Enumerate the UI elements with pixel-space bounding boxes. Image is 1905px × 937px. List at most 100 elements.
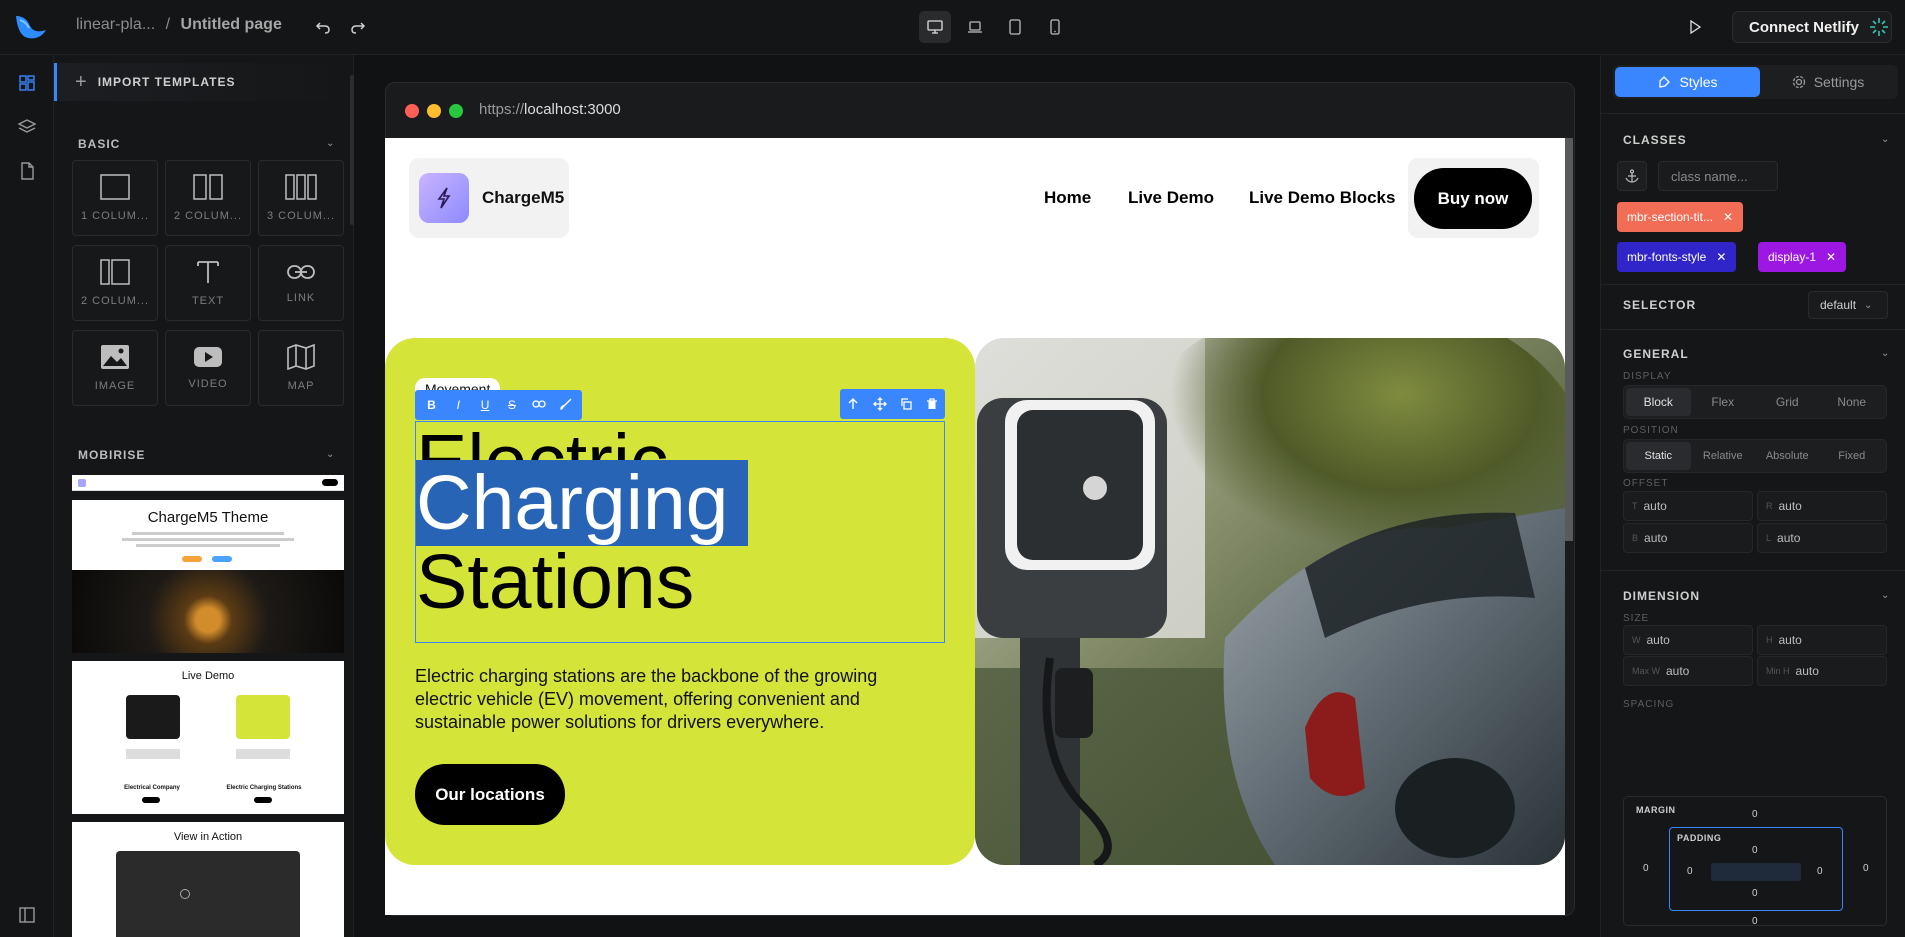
template-thumb-live-demo[interactable]: Live Demo Electrical Company Electric Ch… bbox=[72, 661, 344, 814]
tablet-view-icon[interactable] bbox=[999, 11, 1031, 43]
project-name[interactable]: linear-pla... bbox=[76, 16, 155, 33]
app-logo-icon[interactable] bbox=[12, 10, 50, 44]
import-templates-button[interactable]: + IMPORT TEMPLATES bbox=[54, 63, 352, 101]
move-icon[interactable] bbox=[872, 397, 887, 411]
block-tile-image[interactable]: IMAGE bbox=[72, 330, 158, 406]
template-thumb-header[interactable] bbox=[72, 475, 344, 491]
trash-icon[interactable] bbox=[926, 398, 938, 410]
block-tile-map[interactable]: MAP bbox=[258, 330, 344, 406]
position-static-option[interactable]: Static bbox=[1626, 442, 1691, 470]
offset-top-field[interactable]: Tauto bbox=[1623, 491, 1753, 521]
template-thumb-view-in-action[interactable]: View in Action bbox=[72, 822, 344, 937]
preview-play-icon[interactable] bbox=[1681, 14, 1709, 40]
hero-description[interactable]: Electric charging stations are the backb… bbox=[415, 665, 935, 734]
desktop-view-icon[interactable] bbox=[919, 11, 951, 43]
chevron-down-icon[interactable]: ⌄ bbox=[326, 449, 334, 460]
selected-text[interactable]: Charging bbox=[416, 460, 749, 546]
nav-link-live-demo-blocks[interactable]: Live Demo Blocks bbox=[1249, 188, 1395, 208]
redo-icon[interactable] bbox=[344, 14, 372, 40]
italic-button[interactable]: I bbox=[448, 398, 468, 412]
classes-title[interactable]: CLASSES bbox=[1623, 133, 1687, 147]
strikethrough-button[interactable]: S bbox=[502, 398, 522, 412]
undo-icon[interactable] bbox=[309, 14, 337, 40]
window-minimize-dot bbox=[427, 104, 441, 118]
general-title[interactable]: GENERAL bbox=[1623, 347, 1689, 361]
padding-right-value[interactable]: 0 bbox=[1817, 866, 1823, 877]
hero-heading-line-3[interactable]: Stations bbox=[416, 543, 694, 621]
arrow-up-icon[interactable] bbox=[847, 398, 859, 410]
template-caption: Electric Charging Stations bbox=[226, 785, 302, 791]
offset-left-field[interactable]: Lauto bbox=[1757, 523, 1887, 553]
tab-styles[interactable]: Styles bbox=[1615, 67, 1760, 97]
margin-left-value[interactable]: 0 bbox=[1643, 863, 1649, 874]
hero-heading-line-2[interactable]: Charging bbox=[416, 460, 749, 546]
ev-charger-photo[interactable] bbox=[975, 338, 1565, 865]
block-tile-1-column[interactable]: 1 COLUM... bbox=[72, 160, 158, 236]
display-grid-option[interactable]: Grid bbox=[1755, 388, 1820, 416]
close-icon[interactable]: ✕ bbox=[1716, 250, 1726, 264]
anchor-button[interactable] bbox=[1617, 161, 1647, 191]
chevron-down-icon[interactable]: ⌄ bbox=[1881, 348, 1889, 359]
collapse-panel-icon[interactable] bbox=[17, 905, 37, 925]
height-field[interactable]: Hauto bbox=[1757, 625, 1887, 655]
panel-scrollbar[interactable] bbox=[350, 75, 354, 225]
block-tile-2-columns[interactable]: 2 COLUM... bbox=[165, 160, 251, 236]
offset-bottom-field[interactable]: Bauto bbox=[1623, 523, 1753, 553]
block-tile-text[interactable]: TEXT bbox=[165, 245, 251, 321]
copy-icon[interactable] bbox=[900, 398, 913, 410]
display-block-option[interactable]: Block bbox=[1626, 388, 1691, 416]
selector-dropdown[interactable]: default ⌄ bbox=[1808, 291, 1888, 319]
margin-right-value[interactable]: 0 bbox=[1863, 863, 1869, 874]
site-brand[interactable]: ChargeM5 bbox=[409, 158, 569, 238]
mobirise-section-title[interactable]: MOBIRISE bbox=[78, 448, 145, 462]
block-tile-link[interactable]: LINK bbox=[258, 245, 344, 321]
class-chip-fonts-style[interactable]: mbr-fonts-style ✕ bbox=[1617, 242, 1737, 272]
block-tile-video[interactable]: VIDEO bbox=[165, 330, 251, 406]
max-width-field[interactable]: Max W auto bbox=[1623, 656, 1753, 686]
page-name[interactable]: Untitled page bbox=[181, 16, 282, 33]
preview-scrollbar[interactable] bbox=[1565, 138, 1573, 541]
pages-icon[interactable] bbox=[17, 161, 37, 181]
connect-netlify-button[interactable]: Connect Netlify bbox=[1732, 11, 1892, 43]
underline-button[interactable]: U bbox=[475, 398, 495, 412]
padding-left-value[interactable]: 0 bbox=[1687, 866, 1693, 877]
nav-link-home[interactable]: Home bbox=[1044, 188, 1091, 208]
class-chip-display-1[interactable]: display-1 ✕ bbox=[1758, 242, 1847, 272]
close-icon[interactable]: ✕ bbox=[1723, 210, 1733, 224]
chevron-down-icon[interactable]: ⌄ bbox=[326, 138, 334, 149]
bold-button[interactable]: B bbox=[421, 398, 441, 412]
layers-icon[interactable] bbox=[17, 117, 37, 137]
block-tile-2-columns-uneven[interactable]: 2 COLUM... bbox=[72, 245, 158, 321]
nav-link-live-demo[interactable]: Live Demo bbox=[1128, 188, 1214, 208]
display-flex-option[interactable]: Flex bbox=[1691, 388, 1756, 416]
padding-top-value[interactable]: 0 bbox=[1752, 845, 1758, 856]
laptop-view-icon[interactable] bbox=[959, 11, 991, 43]
display-none-option[interactable]: None bbox=[1820, 388, 1885, 416]
margin-bottom-value[interactable]: 0 bbox=[1752, 916, 1758, 927]
chevron-down-icon[interactable]: ⌄ bbox=[1881, 590, 1889, 601]
top-bar: linear-pla... / Untitled page Connect Ne… bbox=[0, 0, 1905, 55]
our-locations-button[interactable]: Our locations bbox=[415, 764, 565, 825]
basic-section-title[interactable]: BASIC bbox=[78, 137, 120, 151]
chevron-down-icon[interactable]: ⌄ bbox=[1881, 134, 1889, 145]
min-height-field[interactable]: Min H auto bbox=[1757, 656, 1887, 686]
offset-right-field[interactable]: Rauto bbox=[1757, 491, 1887, 521]
class-name-input[interactable]: class name... bbox=[1658, 161, 1778, 191]
blocks-grid-icon[interactable] bbox=[17, 73, 37, 93]
padding-bottom-value[interactable]: 0 bbox=[1752, 888, 1758, 899]
block-tile-3-columns[interactable]: 3 COLUM... bbox=[258, 160, 344, 236]
mobile-view-icon[interactable] bbox=[1039, 11, 1071, 43]
brush-icon[interactable] bbox=[556, 398, 576, 413]
position-absolute-option[interactable]: Absolute bbox=[1755, 442, 1820, 470]
class-chip-section-title[interactable]: mbr-section-tit... ✕ bbox=[1617, 202, 1744, 232]
close-icon[interactable]: ✕ bbox=[1826, 250, 1836, 264]
link-icon[interactable] bbox=[529, 398, 549, 412]
template-thumb-chargem5-theme[interactable]: ChargeM5 Theme bbox=[72, 500, 344, 653]
buy-now-button[interactable]: Buy now bbox=[1414, 168, 1532, 229]
dimension-title[interactable]: DIMENSION bbox=[1623, 589, 1700, 603]
position-fixed-option[interactable]: Fixed bbox=[1820, 442, 1885, 470]
width-field[interactable]: Wauto bbox=[1623, 625, 1753, 655]
position-relative-option[interactable]: Relative bbox=[1691, 442, 1756, 470]
margin-top-value[interactable]: 0 bbox=[1752, 809, 1758, 820]
tab-settings[interactable]: Settings bbox=[1760, 67, 1896, 97]
